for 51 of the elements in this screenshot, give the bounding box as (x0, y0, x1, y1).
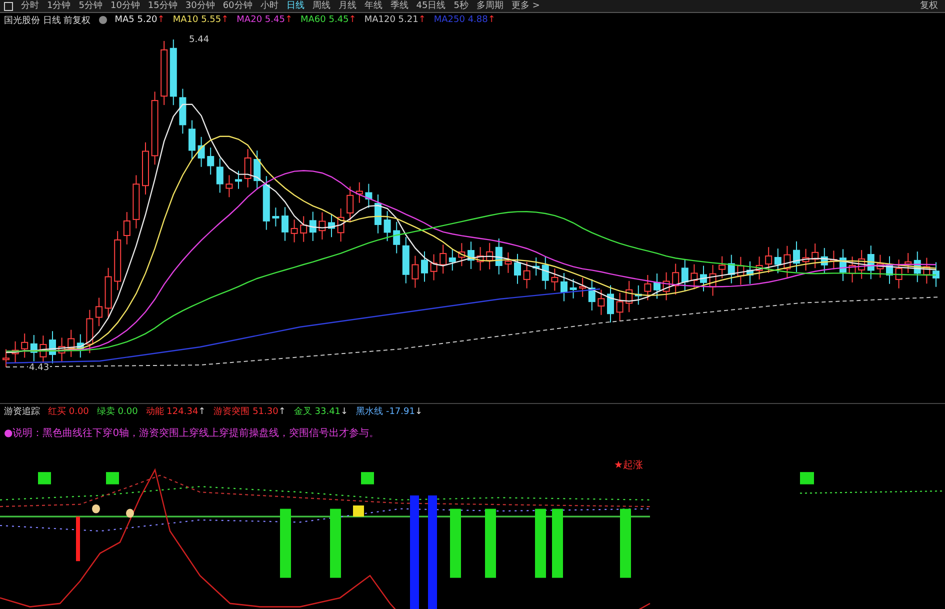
indicator-reading: 黑水线 -17.91↓ (356, 406, 423, 418)
ma-reading: MA60 5.45↑ (300, 15, 356, 25)
indicator-reading: 绿卖 0.00 (96, 406, 138, 418)
indicator-bar (535, 508, 546, 578)
indicator-bar (76, 516, 80, 562)
period-tab[interactable]: 月线 (335, 0, 360, 12)
indicator-name: 游资追踪 (4, 406, 40, 418)
indicator-bar (280, 508, 291, 578)
indicator-reading: 金叉 33.41↓ (294, 406, 348, 418)
period-tab[interactable]: 60分钟 (220, 0, 256, 12)
signal-marker (353, 505, 364, 517)
low-price-label: 4.43 (28, 363, 50, 373)
settings-icon[interactable] (98, 16, 107, 24)
indicator-bar (330, 508, 341, 578)
period-tab[interactable]: 季线 (387, 0, 412, 12)
period-tab[interactable]: 多周期 (473, 0, 506, 12)
period-tab[interactable]: 15分钟 (144, 0, 180, 12)
indicator-bar (450, 508, 461, 578)
period-tab[interactable]: 更多 > (508, 0, 543, 12)
indicator-bar (552, 508, 563, 578)
ma-reading: MA20 5.45↑ (236, 15, 292, 25)
period-tab[interactable]: 1分钟 (44, 0, 74, 12)
period-tab[interactable]: 45日线 (413, 0, 449, 12)
indicator-bar (620, 508, 631, 578)
signal-marker (800, 472, 814, 484)
square-icon[interactable] (4, 2, 13, 10)
indicator-reading: 动能 124.34↑ (146, 406, 206, 418)
period-tab[interactable]: 5秒 (450, 0, 472, 12)
ma-reading: MA250 4.88↑ (434, 15, 496, 25)
indicator-reading: 游资突围 51.30↑ (214, 406, 286, 418)
period-tab[interactable]: 年线 (361, 0, 386, 12)
period-tab[interactable]: 分时 (18, 0, 42, 12)
period-tab[interactable]: 周线 (309, 0, 334, 12)
adjust-button[interactable]: 复权 (917, 0, 941, 12)
period-tab[interactable]: 5分钟 (76, 0, 106, 12)
signal-marker (361, 472, 374, 484)
period-tab[interactable]: 10分钟 (107, 0, 143, 12)
indicator-bar (485, 508, 496, 578)
chart-title: 国光股份 日线 前复权 (4, 14, 91, 26)
ma-reading: MA120 5.21↑ (364, 15, 426, 25)
period-tab[interactable]: 小时 (257, 0, 282, 12)
indicator-note: ●说明：黑色曲线往下穿0轴，游资突围上穿线上穿提前操盘线，突围信号出才参与。 (3, 426, 380, 441)
signal-label: ★起涨 (614, 458, 643, 472)
ma-reading: MA5 5.20↑ (114, 15, 165, 25)
ma-reading: MA10 5.55↑ (172, 15, 229, 25)
period-tab[interactable]: 30分钟 (182, 0, 218, 12)
signal-marker (38, 472, 51, 484)
high-price-label: 5.44 (188, 35, 210, 45)
indicator-reading: 红买 0.00 (48, 406, 89, 418)
signal-marker (106, 472, 119, 484)
period-tab[interactable]: 日线 (283, 0, 308, 12)
